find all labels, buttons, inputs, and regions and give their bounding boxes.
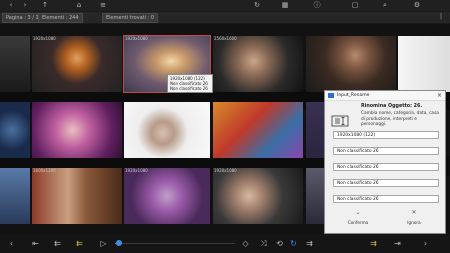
thumbnail-label: 1920x1080 — [125, 168, 148, 173]
thumbnail[interactable]: 1920x1080 — [32, 36, 122, 92]
shuffle-icon[interactable]: ⤨ — [258, 238, 269, 249]
app-icon — [328, 93, 334, 98]
resolution-field[interactable]: 1920x1080 (122) — [333, 131, 439, 139]
thumbnail[interactable]: 2560x1600 — [213, 36, 303, 92]
name-field[interactable]: Non classificato 26 — [333, 147, 439, 155]
top-toolbar: ‹ › ↑ ⌂ ≡ ↻ ▦ ⓘ ▢ ⌕ ⚙ — [0, 0, 450, 11]
thumbnail-tooltip: 1920x1080 (122) Non classificato 26 Non … — [167, 74, 213, 93]
prev-page-icon[interactable]: ⇇ — [52, 238, 63, 249]
first-page-icon[interactable]: ⇤ — [30, 238, 41, 249]
view-icon[interactable]: ◇ — [240, 238, 251, 249]
more-icon[interactable]: ▢ — [350, 1, 360, 10]
rename-dialog: Input_Rename × Rinomina Oggetto: 26. Cam… — [324, 90, 446, 234]
thumbnail-label: 2560x1600 — [214, 36, 237, 41]
next-page-icon[interactable]: ⇉ — [304, 238, 315, 249]
play-icon[interactable]: ▷ — [98, 238, 109, 249]
dialog-description: Cambia nome, categoria, data, casa di pr… — [361, 111, 439, 127]
search-icon[interactable]: ⌕ — [380, 1, 390, 10]
thumbnail[interactable] — [32, 102, 122, 158]
progress-slider[interactable] — [115, 243, 235, 244]
status-bar: Pagina : 3 / 16 Elementi : 244 Elementi … — [0, 12, 450, 23]
production-field[interactable]: Non classificato 26 — [333, 179, 439, 187]
up-icon[interactable]: ↑ — [40, 1, 50, 10]
ignore-button[interactable]: ✕ Ignora — [399, 209, 429, 229]
rotate-icon[interactable]: ⟲ — [274, 238, 285, 249]
windows-icon[interactable]: ▦ — [280, 1, 290, 10]
forward-icon[interactable]: › — [420, 238, 431, 249]
rename-icon — [331, 115, 349, 127]
menu-icon[interactable]: ≡ — [98, 1, 108, 10]
close-icon[interactable]: × — [437, 91, 442, 100]
ignore-label: Ignora — [407, 220, 421, 225]
found-count: Elementi trovati : 0 — [102, 13, 159, 23]
dialog-header: Rinomina Oggetto: 26. — [361, 104, 423, 109]
thumbnail-label: 1600x1200 — [33, 168, 56, 173]
highlight-icon[interactable]: ⇉ — [368, 238, 379, 249]
thumbnail[interactable]: 1600x1200 — [32, 168, 122, 224]
confirm-button[interactable]: ⌄ Conferma — [343, 209, 373, 229]
thumbnail-label: 1920x1080 — [214, 168, 237, 173]
thumbnail[interactable]: 1920x1080 — [213, 168, 303, 224]
last-page-icon[interactable]: ⇥ — [392, 238, 403, 249]
back-icon[interactable]: ‹ — [6, 1, 16, 10]
category-field[interactable]: Non classificato 26 — [333, 163, 439, 171]
forward-icon[interactable]: › — [20, 1, 30, 10]
thumbnail[interactable] — [306, 102, 324, 158]
confirm-icon: ⌄ — [355, 209, 361, 216]
settings-icon[interactable]: ⚙ — [412, 1, 422, 10]
thumbnail[interactable] — [306, 36, 396, 92]
status-divider: | — [440, 13, 443, 20]
thumbnail[interactable] — [0, 168, 30, 224]
thumbnail[interactable]: 1920x1080 — [124, 168, 210, 224]
thumbnail[interactable] — [0, 102, 30, 158]
back-icon[interactable]: ‹ — [6, 238, 17, 249]
ignore-icon: ✕ — [411, 209, 417, 216]
thumbnail-label: 1920x1080 — [125, 36, 148, 41]
dialog-titlebar: Input_Rename × — [325, 91, 445, 101]
performers-field[interactable]: Non classificato 26 — [333, 195, 439, 203]
confirm-label: Conferma — [347, 220, 369, 225]
home-icon[interactable]: ⌂ — [74, 1, 84, 10]
thumbnail[interactable] — [306, 168, 324, 224]
thumbnail[interactable] — [398, 36, 450, 92]
thumbnail[interactable] — [124, 102, 210, 158]
dialog-title: Input_Rename — [337, 93, 370, 98]
tooltip-line: Non classificato 26 — [170, 86, 208, 91]
progress-slider-handle[interactable] — [116, 240, 122, 246]
info-icon[interactable]: ⓘ — [312, 1, 322, 10]
elements-count: Elementi : 244 — [38, 13, 83, 23]
thumbnail[interactable] — [0, 36, 30, 92]
refresh-icon[interactable]: ↻ — [252, 1, 262, 10]
thumbnail[interactable] — [213, 102, 303, 158]
highlight-icon[interactable]: ⇇ — [74, 238, 85, 249]
thumbnail-label: 1920x1080 — [33, 36, 56, 41]
refresh-icon[interactable]: ↻ — [288, 238, 299, 249]
